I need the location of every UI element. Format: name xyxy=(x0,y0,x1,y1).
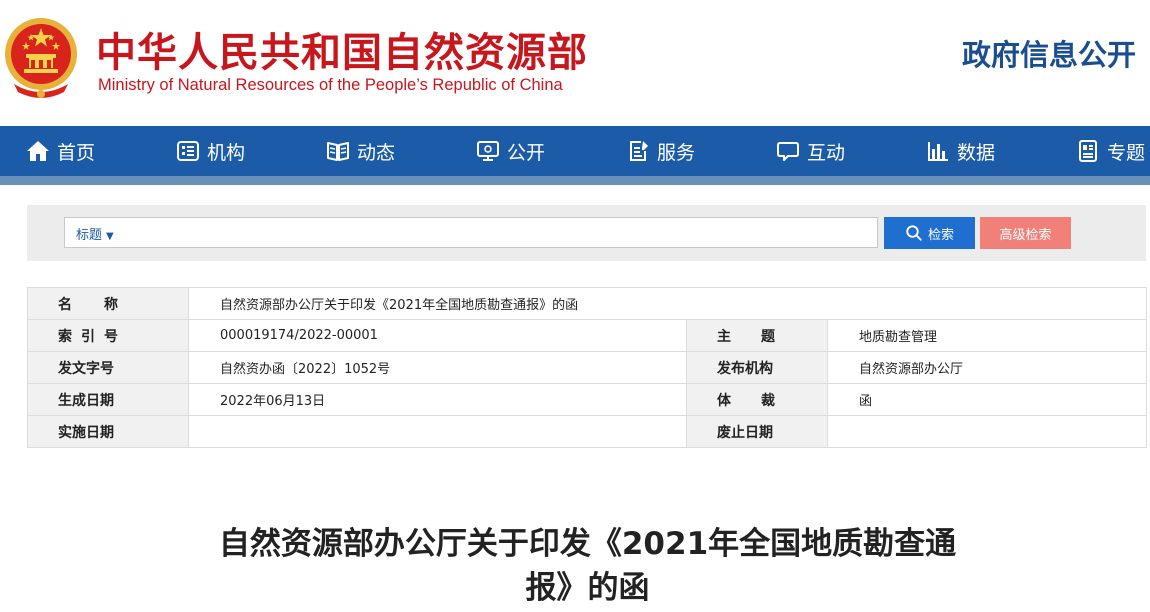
topic-icon xyxy=(1076,139,1100,163)
nav-label: 公开 xyxy=(507,141,546,164)
caret-down-icon: ▼ xyxy=(106,231,114,242)
search-area: 标题 ▼ 检索 高级检索 xyxy=(27,205,1146,261)
document-info-table: 名称 自然资源部办公厅关于印发《2021年全国地质勘查通报》的函 索引号 000… xyxy=(27,287,1147,448)
chat-icon xyxy=(776,139,800,163)
nav-label: 首页 xyxy=(57,141,96,164)
document-edit-icon xyxy=(626,139,650,163)
index-label: 索引号 xyxy=(27,319,189,352)
table-row: 名称 自然资源部办公厅关于印发《2021年全国地质勘查通报》的函 xyxy=(27,287,1147,320)
search-button-label: 检索 xyxy=(927,227,954,243)
site-header: 中华人民共和国自然资源部 Ministry of Natural Resourc… xyxy=(0,0,1150,126)
nav-item-data[interactable]: 数据 xyxy=(926,126,995,176)
publisher-value: 自然资源部办公厅 xyxy=(827,351,1147,384)
name-value: 自然资源部办公厅关于印发《2021年全国地质勘查通报》的函 xyxy=(188,287,1147,320)
index-value: 000019174/2022-00001 xyxy=(188,319,687,352)
abolished-date-label: 废止日期 xyxy=(686,415,828,448)
nav-label: 服务 xyxy=(657,141,696,164)
nav-item-interaction[interactable]: 互动 xyxy=(776,126,845,176)
subject-value: 地质勘查管理 xyxy=(827,319,1147,352)
nav-label: 专题 xyxy=(1107,141,1146,164)
search-button[interactable]: 检索 xyxy=(884,217,975,249)
document-title-line1: 自然资源部办公厅关于印发《2021年全国地质勘查通 xyxy=(218,526,957,562)
effective-date-label: 实施日期 xyxy=(27,415,189,448)
monitor-icon xyxy=(476,139,500,163)
nav-divider xyxy=(0,176,1150,185)
search-type-dropdown[interactable]: 标题 ▼ xyxy=(76,224,114,243)
organization-icon xyxy=(176,139,200,163)
search-icon xyxy=(906,225,922,241)
nav-item-organization[interactable]: 机构 xyxy=(176,126,245,176)
table-row: 生成日期 2022年06月13日 体裁 函 xyxy=(27,383,1147,416)
doc-number-value: 自然资办函〔2022〕1052号 xyxy=(188,351,687,384)
nav-item-home[interactable]: 首页 xyxy=(26,126,95,176)
table-row: 索引号 000019174/2022-00001 主题 地质勘查管理 xyxy=(27,319,1147,352)
book-icon xyxy=(326,139,350,163)
abolished-date-value xyxy=(827,415,1147,448)
home-icon xyxy=(26,139,50,163)
created-date-value: 2022年06月13日 xyxy=(188,383,687,416)
effective-date-value xyxy=(188,415,687,448)
doc-number-label: 发文字号 xyxy=(27,351,189,384)
search-type-label: 标题 xyxy=(76,228,103,243)
nav-item-public[interactable]: 公开 xyxy=(476,126,545,176)
genre-label: 体裁 xyxy=(686,383,828,416)
advanced-search-button[interactable]: 高级检索 xyxy=(980,217,1071,249)
publisher-label: 发布机构 xyxy=(686,351,828,384)
advanced-search-label: 高级检索 xyxy=(999,227,1052,243)
name-label: 名称 xyxy=(27,287,189,320)
nav-label: 数据 xyxy=(957,141,996,164)
table-row: 实施日期 废止日期 xyxy=(27,415,1147,448)
search-input[interactable]: 标题 ▼ xyxy=(64,217,878,248)
nav-label: 动态 xyxy=(357,141,396,164)
genre-value: 函 xyxy=(827,383,1147,416)
created-date-label: 生成日期 xyxy=(27,383,189,416)
national-emblem-icon[interactable] xyxy=(4,14,78,100)
nav-label: 互动 xyxy=(807,141,846,164)
nav-item-service[interactable]: 服务 xyxy=(626,126,695,176)
subject-label: 主题 xyxy=(686,319,828,352)
document-title-line2: 报》的函 xyxy=(525,570,650,606)
gov-info-open-title[interactable]: 政府信息公开 xyxy=(962,32,1136,74)
bar-chart-icon xyxy=(926,139,950,163)
table-row: 发文字号 自然资办函〔2022〕1052号 发布机构 自然资源部办公厅 xyxy=(27,351,1147,384)
ministry-title-cn[interactable]: 中华人民共和国自然资源部 xyxy=(96,20,588,78)
nav-item-topic[interactable]: 专题 xyxy=(1076,126,1145,176)
document-title: 自然资源部办公厅关于印发《2021年全国地质勘查通 报》的函 xyxy=(200,522,975,610)
main-nav: 首页 机构 动态 公开 服务 互动 数据 专题 xyxy=(0,126,1150,176)
nav-label: 机构 xyxy=(207,141,246,164)
ministry-title-en[interactable]: Ministry of Natural Resources of the Peo… xyxy=(98,76,563,95)
nav-item-news[interactable]: 动态 xyxy=(326,126,395,176)
